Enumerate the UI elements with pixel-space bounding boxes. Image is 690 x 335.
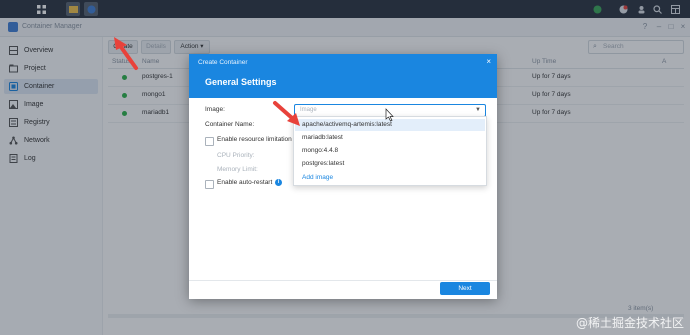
- annotation-layer: [114, 37, 394, 126]
- watermark: @稀土掘金技术社区: [575, 316, 684, 330]
- annotation-arrow-icon: [114, 37, 138, 70]
- annotation-arrow-icon: [273, 101, 300, 126]
- mouse-cursor-icon: [385, 108, 394, 122]
